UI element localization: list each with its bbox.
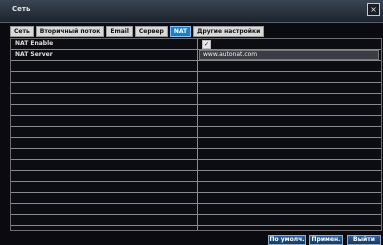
tab-server[interactable]: Сервер <box>134 26 168 37</box>
network-settings-window: Сеть × Сеть Вторичный поток Email Сервер… <box>0 0 383 245</box>
table-row <box>11 193 381 204</box>
tab-nat[interactable]: NAT <box>169 26 192 37</box>
tab-email[interactable]: Email <box>106 26 133 37</box>
settings-grid: NAT Enable ✓ NAT Server www.autonat.com <box>11 39 381 230</box>
table-row <box>11 127 381 138</box>
table-row <box>11 138 381 149</box>
nat-enable-checkbox[interactable]: ✓ <box>202 40 211 49</box>
tab-secondary-stream[interactable]: Вторичный поток <box>35 26 105 37</box>
window-title: Сеть <box>12 5 31 13</box>
table-row <box>11 72 381 83</box>
table-row <box>11 160 381 171</box>
nat-server-label: NAT Server <box>15 51 53 58</box>
table-row <box>11 116 381 127</box>
button-bar: По умолч. Примен. Выйти <box>0 233 383 245</box>
table-row <box>11 149 381 160</box>
table-row <box>11 94 381 105</box>
table-row <box>11 215 381 226</box>
nat-server-input[interactable]: www.autonat.com <box>199 50 379 60</box>
close-button[interactable]: × <box>367 3 380 16</box>
tab-other-settings[interactable]: Другие настройки <box>193 26 265 37</box>
nat-settings-panel: NAT Enable ✓ NAT Server www.autonat.com <box>10 38 382 231</box>
table-row: NAT Enable ✓ <box>11 39 381 50</box>
tab-network[interactable]: Сеть <box>10 26 34 37</box>
close-icon: × <box>370 5 377 14</box>
table-row <box>11 204 381 215</box>
table-row: NAT Server www.autonat.com <box>11 50 381 61</box>
tab-bar: Сеть Вторичный поток Email Сервер NAT Др… <box>10 26 265 38</box>
table-row <box>11 61 381 72</box>
title-bar: Сеть × <box>0 0 383 23</box>
table-row <box>11 171 381 182</box>
column-divider <box>197 39 198 230</box>
check-icon: ✓ <box>203 41 210 48</box>
table-row <box>11 83 381 94</box>
nat-enable-label: NAT Enable <box>15 40 54 47</box>
table-row <box>11 182 381 193</box>
table-row <box>11 105 381 116</box>
